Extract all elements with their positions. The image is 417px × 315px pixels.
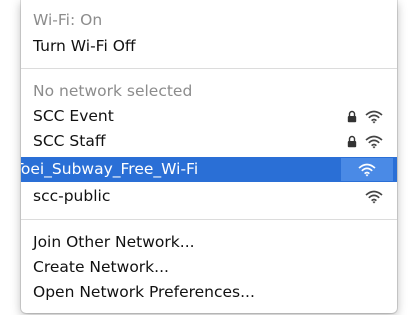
create-network-label: Create Network... — [33, 258, 169, 276]
wifi-icon — [365, 190, 383, 204]
network-name: Toei_Subway_Free_Wi-Fi — [21, 160, 199, 178]
turn-wifi-off-label: Turn Wi-Fi Off — [33, 37, 136, 55]
open-network-preferences-label: Open Network Preferences... — [33, 283, 255, 301]
network-name: SCC Event — [33, 107, 114, 125]
join-other-network-item[interactable]: Join Other Network... — [21, 231, 397, 254]
wifi-status: Wi-Fi: On — [21, 9, 397, 32]
network-item-toei-subway[interactable]: Toei_Subway_Free_Wi-Fi — [21, 157, 397, 182]
join-other-network-label: Join Other Network... — [33, 233, 195, 251]
lock-icon — [347, 135, 357, 148]
lock-icon — [347, 110, 357, 123]
network-item-scc-public[interactable]: scc-public — [21, 185, 397, 208]
network-item-scc-staff[interactable]: SCC Staff — [21, 130, 397, 153]
wifi-menu: Wi-Fi: On Turn Wi-Fi Off No network sele… — [21, 0, 397, 313]
wifi-icon — [365, 135, 383, 149]
separator — [21, 219, 397, 220]
separator — [21, 68, 397, 69]
network-name: SCC Staff — [33, 132, 106, 150]
wifi-icon — [365, 110, 383, 124]
network-item-scc-event[interactable]: SCC Event — [21, 105, 397, 128]
wifi-icon — [341, 158, 393, 181]
turn-wifi-off-item[interactable]: Turn Wi-Fi Off — [21, 35, 397, 58]
network-name: scc-public — [33, 187, 111, 205]
no-network-status: No network selected — [21, 80, 397, 103]
no-network-label: No network selected — [33, 82, 193, 100]
wifi-status-label: Wi-Fi: On — [33, 11, 103, 29]
create-network-item[interactable]: Create Network... — [21, 256, 397, 279]
open-network-preferences-item[interactable]: Open Network Preferences... — [21, 281, 397, 304]
